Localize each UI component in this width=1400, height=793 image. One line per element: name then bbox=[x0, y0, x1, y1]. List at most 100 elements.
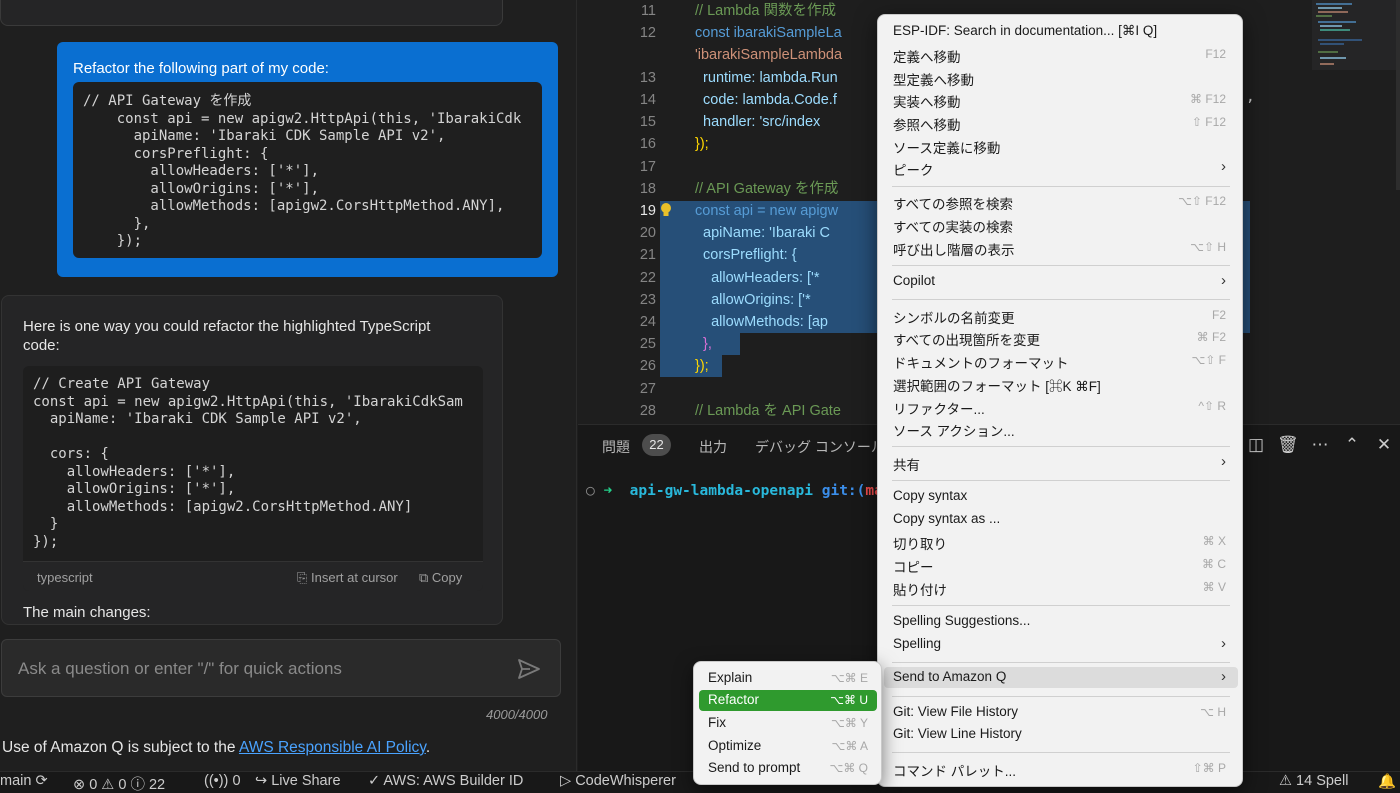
branch-name: main bbox=[0, 773, 32, 789]
split-panel-icon[interactable]: ◫ bbox=[1246, 435, 1266, 455]
menu-item-label: Spelling bbox=[893, 636, 942, 651]
line-code: const api = new apigw bbox=[695, 203, 839, 219]
line-number: 22 bbox=[639, 270, 656, 286]
submenu-item-shortcut: ⌥⌘ U bbox=[830, 693, 868, 707]
more-actions-icon[interactable]: ⋯ bbox=[1310, 435, 1330, 455]
spell-status[interactable]: ⚠ 14 Spell bbox=[1279, 773, 1348, 789]
menu-item[interactable]: コピー ⌘ C bbox=[884, 554, 1238, 575]
live-share-label: Live Share bbox=[271, 773, 341, 789]
menu-item-label: 参照へ移動 bbox=[893, 118, 961, 133]
menu-item-label: 型定義へ移動 bbox=[893, 73, 974, 88]
chevron-right-icon: › bbox=[1221, 158, 1226, 175]
branch-status[interactable]: main ⟳ bbox=[0, 773, 48, 789]
chevron-right-icon: › bbox=[1221, 272, 1226, 289]
ports-status[interactable]: ((•)) 0 bbox=[204, 773, 241, 789]
menu-item[interactable]: Copy syntax as ... bbox=[884, 509, 1238, 530]
menu-item-shortcut: ⌘ C bbox=[1202, 557, 1226, 571]
copy-icon: ⧉ bbox=[419, 570, 432, 585]
terminal-output[interactable]: ○ ➜ api-gw-lambda-openapi git:(ma bbox=[586, 483, 883, 499]
menu-item-label: ソース アクション... bbox=[893, 424, 1015, 439]
menu-item-send-to-amazon-q[interactable]: Send to Amazon Q › bbox=[884, 667, 1238, 688]
policy-link[interactable]: AWS Responsible AI Policy bbox=[239, 739, 426, 756]
menu-item[interactable]: ソース定義に移動 bbox=[884, 135, 1238, 156]
assistant-intro-text: Here is one way you could refactor the h… bbox=[23, 318, 431, 354]
chevron-up-icon[interactable]: ⌃ bbox=[1342, 435, 1362, 455]
menu-item[interactable]: 型定義へ移動 bbox=[884, 67, 1238, 88]
menu-item-label: Send to Amazon Q bbox=[893, 669, 1007, 684]
menu-item[interactable]: Spelling Suggestions... bbox=[884, 611, 1238, 632]
menu-item[interactable]: 切り取り ⌘ X bbox=[884, 531, 1238, 552]
line-number: 11 bbox=[640, 3, 656, 19]
user-message: Refactor the following part of my code: … bbox=[57, 42, 558, 277]
play-icon: ▷ bbox=[560, 773, 572, 789]
menu-item[interactable]: 選択範囲のフォーマット [⌘K ⌘F] bbox=[884, 373, 1238, 394]
chat-prompt-input[interactable] bbox=[18, 656, 498, 682]
menu-item[interactable]: 貼り付け ⌘ V bbox=[884, 577, 1238, 598]
live-share-status[interactable]: ↪ Live Share bbox=[255, 773, 341, 789]
menu-item[interactable]: Spelling › bbox=[884, 634, 1238, 655]
menu-item[interactable]: すべての出現箇所を変更 ⌘ F2 bbox=[884, 327, 1238, 348]
tab-output[interactable]: 出力 bbox=[699, 437, 727, 457]
send-icon[interactable] bbox=[516, 657, 542, 681]
submenu-item-explain[interactable]: Explain ⌥⌘ E bbox=[699, 668, 877, 689]
policy-text: Use of Amazon Q is subject to the bbox=[2, 739, 239, 756]
menu-item-shortcut: ⌘ F2 bbox=[1196, 330, 1226, 344]
menu-item[interactable]: ドキュメントのフォーマット ⌥⇧ F bbox=[884, 350, 1238, 371]
line-number: 28 bbox=[639, 403, 656, 419]
submenu-item-shortcut: ⌥⌘ Y bbox=[831, 716, 868, 730]
menu-item[interactable]: すべての実装の検索 bbox=[884, 214, 1238, 235]
menu-item[interactable]: ピーク › bbox=[884, 157, 1238, 178]
minimap[interactable] bbox=[1312, 0, 1400, 190]
notifications-icon[interactable]: 🔔 bbox=[1378, 773, 1396, 790]
menu-item[interactable]: 呼び出し階層の表示 ⌥⇧ H bbox=[884, 237, 1238, 258]
menu-item[interactable]: 共有 › bbox=[884, 452, 1238, 473]
menu-item[interactable]: 定義へ移動 F12 bbox=[884, 44, 1238, 65]
menu-item[interactable]: ESP-IDF: Search in documentation... [⌘I … bbox=[884, 21, 1238, 42]
menu-item-shortcut: ^⇧ R bbox=[1198, 399, 1226, 413]
trash-icon[interactable]: 🗑 bbox=[1277, 435, 1299, 455]
menu-item[interactable]: Copy syntax bbox=[884, 486, 1238, 507]
menu-item[interactable]: シンボルの名前変更 F2 bbox=[884, 305, 1238, 326]
line-code: code: lambda.Code.f bbox=[695, 92, 837, 108]
user-message-text: Refactor the following part of my code: bbox=[73, 60, 329, 77]
menu-item[interactable]: 参照へ移動 ⇧ F12 bbox=[884, 112, 1238, 133]
copy-code-button[interactable]: ⧉ Copy bbox=[419, 570, 462, 586]
submenu-item-fix[interactable]: Fix ⌥⌘ Y bbox=[699, 713, 877, 734]
menu-item[interactable]: Git: View Line History bbox=[884, 724, 1238, 745]
chevron-right-icon: › bbox=[1221, 453, 1226, 470]
problems-status[interactable]: ⊗ 0 ⚠ 0 ⓘ 22 bbox=[73, 773, 165, 793]
line-code: // Lambda を API Gate bbox=[695, 403, 841, 419]
codewhisperer-status[interactable]: ▷ CodeWhisperer bbox=[560, 773, 676, 789]
code-block-footer: typescript ⎘ Insert at cursor ⧉ Copy bbox=[23, 561, 483, 591]
menu-separator bbox=[892, 186, 1230, 187]
tab-debug-console[interactable]: デバッグ コンソール bbox=[755, 437, 885, 457]
menu-item[interactable]: ソース アクション... bbox=[884, 418, 1238, 439]
menu-separator bbox=[892, 696, 1230, 697]
error-icon: ⊗ bbox=[73, 777, 86, 793]
submenu-item-optimize[interactable]: Optimize ⌥⌘ A bbox=[699, 736, 877, 757]
menu-item[interactable]: Copilot › bbox=[884, 271, 1238, 292]
line-number: 19 bbox=[639, 203, 656, 219]
menu-item-shortcut: ⌥⇧ H bbox=[1190, 240, 1226, 254]
aws-status[interactable]: ✓ AWS: AWS Builder ID bbox=[368, 773, 523, 789]
menu-item-label: 実装へ移動 bbox=[893, 95, 961, 110]
close-icon[interactable]: ✕ bbox=[1374, 435, 1394, 455]
line-number: 12 bbox=[639, 25, 656, 41]
terminal-arrow-icon: ➜ bbox=[603, 483, 613, 499]
submenu-item-shortcut: ⌥⌘ Q bbox=[829, 761, 869, 775]
menu-item[interactable]: すべての参照を検索 ⌥⇧ F12 bbox=[884, 191, 1238, 212]
menu-item[interactable]: リファクター... ^⇧ R bbox=[884, 396, 1238, 417]
menu-item-label: すべての実装の検索 bbox=[893, 220, 1014, 235]
menu-separator bbox=[892, 446, 1230, 447]
line-code: }, bbox=[695, 336, 712, 352]
menu-item[interactable]: コマンド パレット... ⇧⌘ P bbox=[884, 758, 1238, 779]
submenu-item-refactor[interactable]: Refactor ⌥⌘ U bbox=[699, 690, 877, 711]
menu-item[interactable]: 実装へ移動 ⌘ F12 bbox=[884, 89, 1238, 110]
submenu-item-send-to-prompt[interactable]: Send to prompt ⌥⌘ Q bbox=[699, 758, 877, 779]
menu-item[interactable]: Git: View File History ⌥ H bbox=[884, 702, 1238, 723]
menu-separator bbox=[892, 662, 1230, 663]
terminal-circle-icon: ○ bbox=[586, 483, 595, 499]
insert-at-cursor-button[interactable]: ⎘ Insert at cursor bbox=[297, 570, 398, 586]
tab-problems[interactable]: 問題 bbox=[602, 437, 630, 457]
editor-context-menu: ESP-IDF: Search in documentation... [⌘I … bbox=[877, 14, 1243, 787]
